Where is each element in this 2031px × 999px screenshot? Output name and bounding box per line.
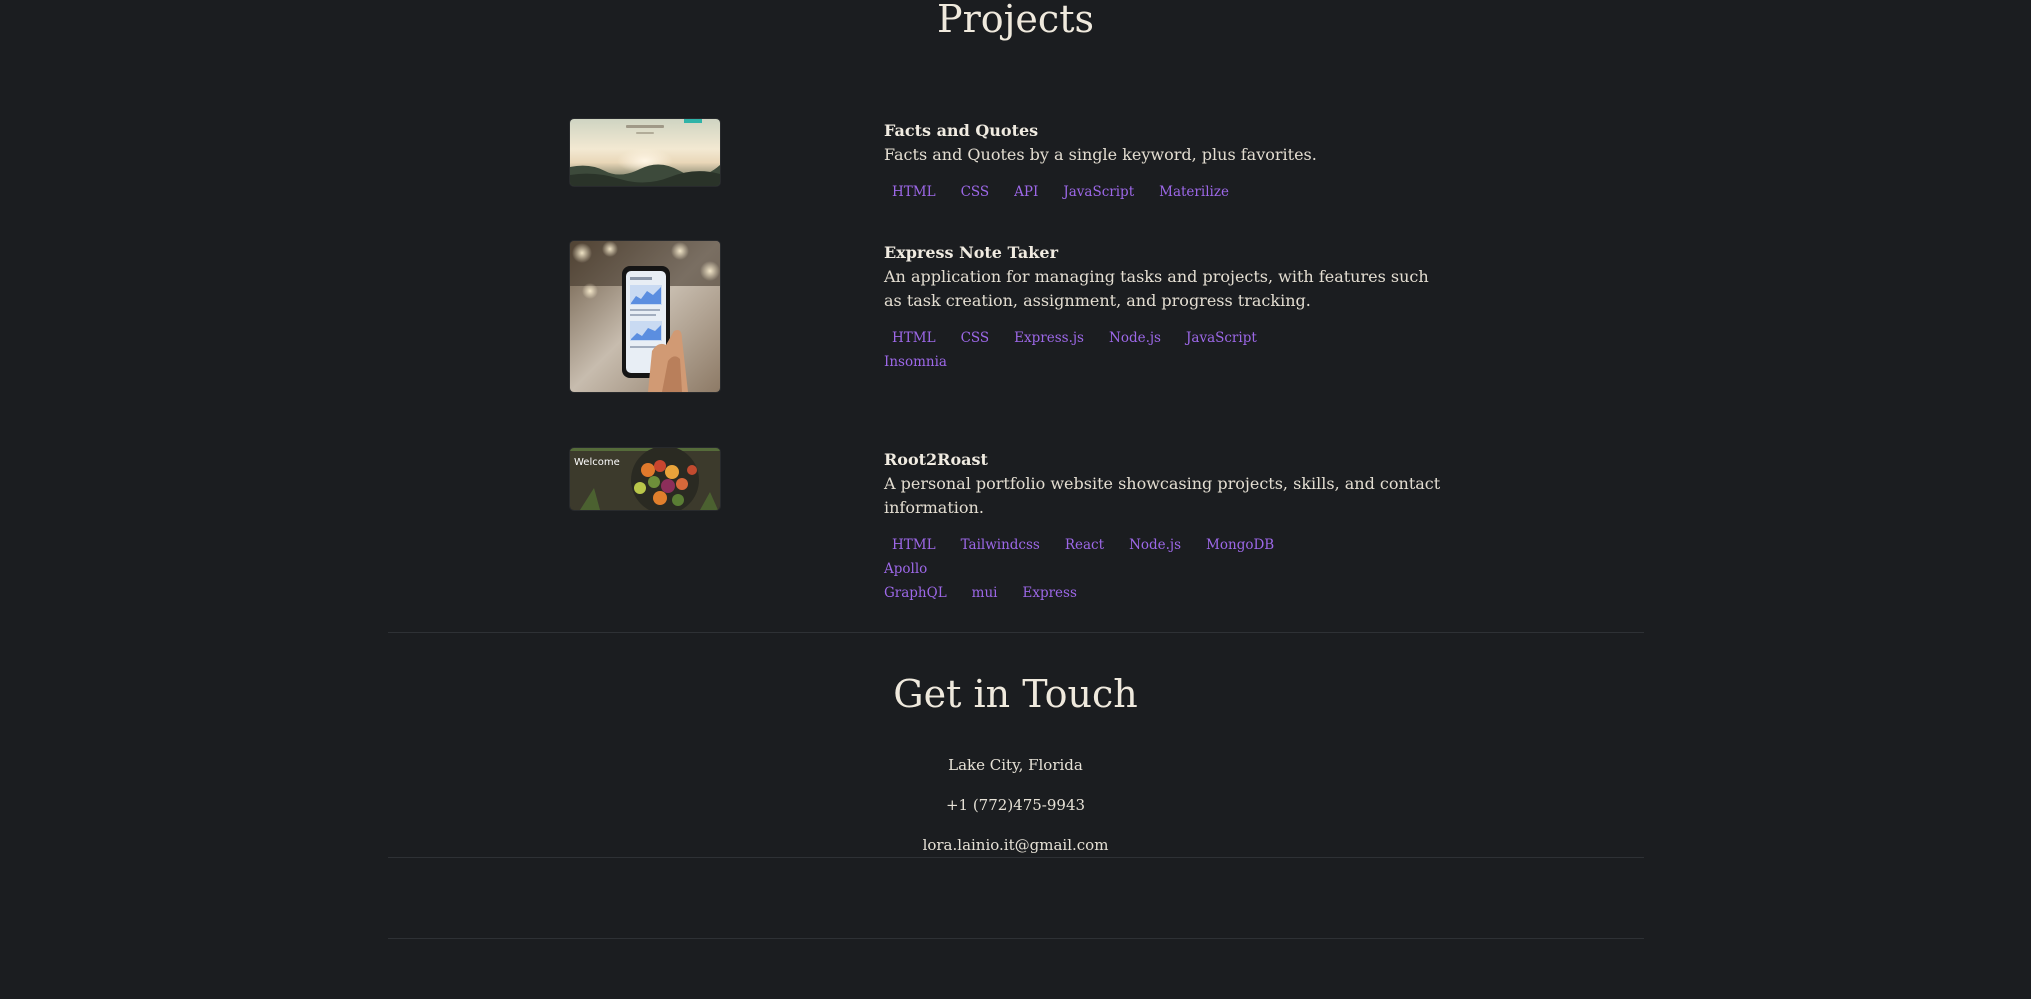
tech-tag: MongoDB — [1206, 537, 1275, 553]
project-title[interactable]: Facts and Quotes — [884, 119, 1444, 143]
project-info: Facts and Quotes Facts and Quotes by a s… — [884, 119, 1444, 204]
project-title[interactable]: Root2Roast — [884, 448, 1444, 472]
contact-location: Lake City, Florida — [948, 756, 1083, 774]
tech-tag: Apollo — [884, 561, 928, 577]
tech-tag: Materilize — [1159, 184, 1229, 200]
tech-tag: mui — [971, 585, 998, 601]
project-description: A personal portfolio website showcasing … — [884, 474, 1441, 517]
tech-tag: HTML — [892, 537, 936, 553]
section-divider — [388, 632, 1644, 633]
facts-quotes-image — [570, 119, 720, 186]
contact-email[interactable]: lora.lainio.it@gmail.com — [0, 834, 2031, 856]
project-description: Facts and Quotes by a single keyword, pl… — [884, 145, 1317, 164]
tech-tag: JavaScript — [1185, 330, 1257, 346]
tech-tag: Insomnia — [884, 354, 947, 370]
project-tags: HTML CSS API JavaScript Materilize — [884, 180, 1354, 204]
express-note-taker-image — [570, 241, 720, 392]
project-thumbnail[interactable] — [570, 119, 720, 186]
root2roast-image: Welcome — [570, 448, 720, 510]
portfolio-page: Projects Facts and Quotes Facts and Quot… — [0, 0, 2031, 999]
project-description: An application for managing tasks and pr… — [884, 267, 1429, 310]
project-info: Express Note Taker An application for ma… — [884, 241, 1444, 374]
tech-tag: HTML — [892, 184, 936, 200]
section-divider — [388, 857, 1644, 858]
project-tags: HTML CSS Express.js Node.js JavaScript Insomn… — [884, 326, 1354, 374]
contact-phone[interactable]: +1 (772)475-9943 — [0, 794, 2031, 816]
contact-heading: Get in Touch — [893, 672, 1138, 716]
tech-tag: Tailwindcss — [960, 537, 1040, 553]
tech-tag: JavaScript — [1063, 184, 1135, 200]
tech-tag: GraphQL — [884, 585, 947, 601]
project-thumbnail[interactable] — [570, 241, 720, 392]
tech-tag: API — [1014, 184, 1039, 200]
project-info: Root2Roast A personal portfolio website … — [884, 448, 1444, 605]
tech-tag: HTML — [892, 330, 936, 346]
root2roast-welcome-text: Welcome — [574, 457, 620, 468]
project-tags: HTML Tailwindcss React Node.js MongoDB Apollo… — [884, 533, 1354, 605]
tech-tag: Express — [1022, 585, 1077, 601]
projects-heading: Projects — [937, 0, 1094, 41]
project-title[interactable]: Express Note Taker — [884, 241, 1444, 265]
tech-tag: Node.js — [1129, 537, 1182, 553]
tech-tag: React — [1064, 537, 1105, 553]
tech-tag: CSS — [960, 184, 990, 200]
project-thumbnail[interactable]: Welcome — [570, 448, 720, 510]
tech-tag: Express.js — [1014, 330, 1084, 346]
tech-tag: Node.js — [1109, 330, 1161, 346]
footer-divider — [388, 938, 1644, 939]
tech-tag: CSS — [960, 330, 990, 346]
